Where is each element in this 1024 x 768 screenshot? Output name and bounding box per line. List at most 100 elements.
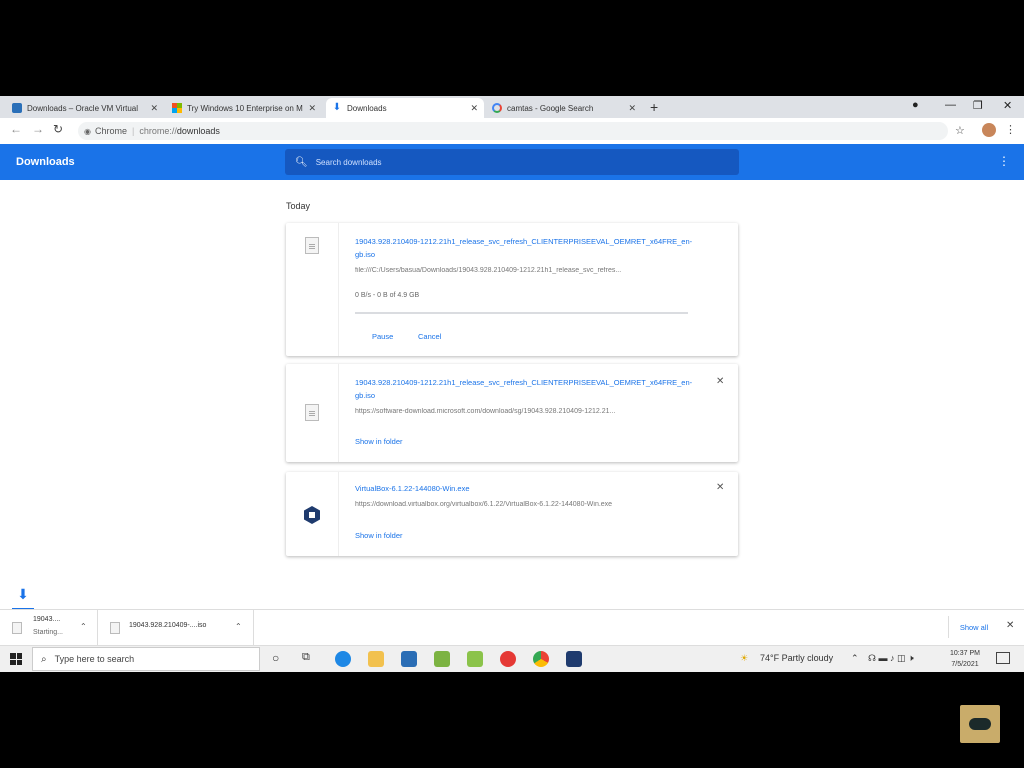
notification-icon[interactable]: [996, 652, 1010, 664]
show-in-folder-link[interactable]: Show in folder: [355, 531, 403, 540]
tab-downloads[interactable]: ⬇ Downloads ✕: [326, 98, 484, 118]
show-all-button[interactable]: Show all: [948, 616, 999, 638]
window-close-icon[interactable]: ✕: [1003, 99, 1012, 112]
downloads-header: Downloads 🔍︎ Search downloads ⋮: [0, 144, 1024, 180]
taskbar-search-placeholder: Type here to search: [54, 654, 135, 664]
camtasia-icon[interactable]: [500, 651, 516, 667]
section-label: Today: [286, 201, 311, 211]
download-filename[interactable]: 19043.928.210409-1212.21h1_release_svc_r…: [355, 376, 695, 402]
bookmark-star-icon[interactable]: ☆: [955, 124, 965, 137]
icon-column: [286, 472, 339, 556]
clock[interactable]: 10:37 PM 7/5/2021: [950, 648, 980, 670]
chrome-icon[interactable]: [533, 651, 549, 667]
start-button[interactable]: [10, 653, 22, 665]
close-shelf-icon[interactable]: ✕: [1006, 620, 1014, 631]
tab-search-icon[interactable]: ●: [912, 99, 919, 111]
tab-title: Downloads – Oracle VM Virtual: [27, 103, 139, 113]
shelf-item-name: 19043....: [33, 616, 61, 623]
download-item: 19043.928.210409-1212.21h1_release_svc_r…: [286, 364, 738, 462]
chevron-up-icon[interactable]: ⌃: [235, 622, 242, 631]
url-prefix: chrome://: [139, 126, 177, 136]
download-url: file:///C:/Users/basua/Downloads/19043.9…: [355, 267, 622, 274]
logo-watermark: [960, 705, 1000, 743]
address-bar[interactable]: ◉ Chrome | chrome://downloads: [78, 122, 948, 140]
omnibox-separator: |: [132, 126, 135, 136]
download-filename[interactable]: 19043.928.210409-1212.21h1_release_svc_r…: [355, 235, 695, 261]
download-url: https://download.virtualbox.org/virtualb…: [355, 501, 613, 508]
cancel-button[interactable]: Cancel: [418, 332, 441, 341]
search-icon: 🔍︎: [295, 156, 308, 168]
shelf-item-name: 19043.928.210409-....iso: [129, 622, 207, 629]
tab-title: camtas - Google Search: [507, 103, 594, 113]
windows-taskbar: ⌕ Type here to search ○ ⧉ ☀ 74°F Partly …: [0, 645, 1024, 672]
close-icon[interactable]: ✕: [150, 103, 158, 114]
file-icon: [12, 622, 22, 634]
file-icon: [305, 404, 319, 421]
search-icon: ⌕: [41, 653, 47, 665]
shelf-item[interactable]: 19043.928.210409-....iso ⌃: [98, 610, 254, 646]
windows-icon: [172, 103, 182, 113]
time: 10:37 PM: [950, 650, 980, 657]
back-icon[interactable]: ←: [10, 122, 22, 136]
avatar[interactable]: [982, 123, 996, 137]
file-icon: [305, 237, 319, 254]
taskbar-search-input[interactable]: ⌕ Type here to search: [32, 647, 260, 671]
mail-icon[interactable]: [401, 651, 417, 667]
file-explorer-icon[interactable]: [368, 651, 384, 667]
tray-icons[interactable]: ☊ ▬ ♪ ◫ 🕨: [868, 653, 914, 664]
reload-icon[interactable]: ↻: [53, 122, 63, 136]
menu-icon[interactable]: ⋮: [1005, 123, 1016, 136]
chevron-up-icon[interactable]: ⌃: [80, 622, 87, 631]
page-title: Downloads: [16, 156, 75, 168]
virtualbox-icon: [12, 103, 22, 113]
weather-text[interactable]: 74°F Partly cloudy: [760, 653, 833, 663]
tab-google-search[interactable]: camtas - Google Search ✕: [486, 98, 642, 118]
tab-strip: Downloads – Oracle VM Virtual ✕ Try Wind…: [0, 96, 1024, 118]
screen: Downloads – Oracle VM Virtual ✕ Try Wind…: [0, 96, 1024, 672]
tab-title: Try Windows 10 Enterprise on M: [187, 103, 303, 113]
remove-item-icon[interactable]: ✕: [716, 482, 724, 493]
url-path: downloads: [176, 126, 220, 136]
tab-virtualbox-downloads[interactable]: Downloads – Oracle VM Virtual ✕: [6, 98, 164, 118]
new-tab-button[interactable]: +: [650, 99, 658, 115]
pause-button[interactable]: Pause: [372, 332, 393, 341]
virtualbox-icon: [304, 506, 320, 524]
download-url: https://software-download.microsoft.com/…: [355, 408, 616, 415]
download-status: 0 B/s - 0 B of 4.9 GB: [355, 292, 420, 299]
forward-icon[interactable]: →: [32, 122, 44, 136]
google-icon: [492, 103, 502, 113]
close-icon[interactable]: ✕: [470, 103, 478, 114]
edge-icon[interactable]: [335, 651, 351, 667]
progress-bar: [355, 312, 688, 314]
icon-column: [286, 364, 339, 462]
chrome-icon: ◉: [84, 126, 91, 136]
download-shelf: 19043.... Starting... ⌃ 19043.928.210409…: [0, 609, 1024, 646]
shelf-item-status: Starting...: [33, 629, 63, 636]
task-view-icon[interactable]: ⧉: [302, 651, 310, 664]
search-placeholder: Search downloads: [315, 157, 382, 167]
tab-windows-enterprise[interactable]: Try Windows 10 Enterprise on M ✕: [166, 98, 322, 118]
paint-icon[interactable]: [467, 651, 483, 667]
site-label: Chrome: [94, 126, 127, 136]
search-downloads-input[interactable]: 🔍︎ Search downloads: [285, 149, 739, 175]
minimize-icon[interactable]: —: [945, 99, 956, 111]
virtualbox-icon[interactable]: [566, 651, 582, 667]
app-icon[interactable]: [434, 651, 450, 667]
browser-toolbar: ← → ↻ ◉ Chrome | chrome://downloads ☆ ⋮: [0, 118, 1024, 145]
icon-column: [286, 223, 339, 356]
close-icon[interactable]: ✕: [628, 103, 636, 114]
download-item: VirtualBox-6.1.22-144080-Win.exe https:/…: [286, 472, 738, 556]
downloads-menu-icon[interactable]: ⋮: [998, 154, 1010, 168]
tab-title: Downloads: [347, 103, 387, 113]
cloud-logo-icon: [969, 718, 991, 730]
shelf-item[interactable]: 19043.... Starting... ⌃: [0, 610, 98, 646]
restore-icon[interactable]: ❐: [973, 99, 983, 112]
download-icon: ⬇: [332, 102, 342, 113]
download-filename[interactable]: VirtualBox-6.1.22-144080-Win.exe: [355, 482, 695, 495]
show-in-folder-link[interactable]: Show in folder: [355, 437, 403, 446]
close-icon[interactable]: ✕: [308, 103, 316, 114]
weather-icon: ☀: [740, 653, 749, 663]
chevron-up-icon[interactable]: ⌃: [851, 653, 859, 664]
cortana-icon[interactable]: ○: [272, 651, 279, 665]
remove-item-icon[interactable]: ✕: [716, 376, 724, 387]
